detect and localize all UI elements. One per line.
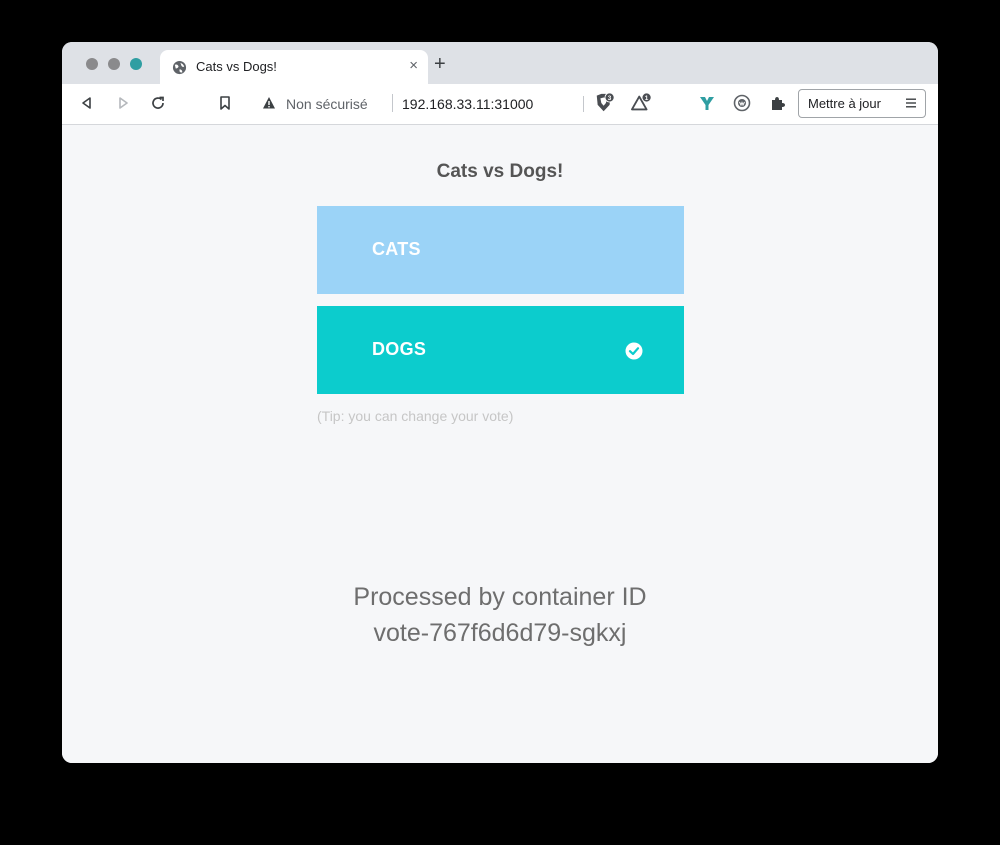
- page-content: Cats vs Dogs! CATS DOGS (Tip: you can ch…: [62, 125, 938, 763]
- toolbar-divider: [583, 96, 584, 112]
- minimize-window-button[interactable]: [108, 58, 120, 70]
- extensions-icon[interactable]: [767, 92, 789, 114]
- new-tab-button[interactable]: +: [434, 54, 446, 74]
- vote-dogs-label: DOGS: [372, 339, 427, 359]
- container-id: vote-767f6d6d79-sgkxj: [373, 619, 627, 647]
- forward-icon[interactable]: [112, 92, 134, 114]
- bookmark-icon[interactable]: [214, 92, 236, 114]
- update-label: Mettre à jour: [808, 96, 881, 111]
- tab-title: Cats vs Dogs!: [196, 59, 277, 74]
- close-tab-icon[interactable]: ×: [409, 58, 418, 74]
- zoom-window-button[interactable]: [130, 58, 142, 70]
- browser-toolbar: Non sécurisé 192.168.33.11:31000 3 1 Met…: [62, 84, 938, 125]
- address-separator: [392, 94, 393, 112]
- brave-shield-icon[interactable]: 3: [594, 92, 616, 114]
- globe-icon: [172, 60, 187, 75]
- check-circle-icon: [625, 342, 643, 360]
- processed-by-label: Processed by container ID: [353, 583, 647, 611]
- vote-dogs-button[interactable]: DOGS: [317, 306, 684, 394]
- vote-cats-button[interactable]: CATS: [317, 206, 684, 294]
- close-window-button[interactable]: [86, 58, 98, 70]
- vote-cats-label: CATS: [372, 239, 421, 259]
- browser-window: Cats vs Dogs! × + Non sécurisé 192.168.3…: [62, 42, 938, 763]
- reload-icon[interactable]: [147, 92, 169, 114]
- menu-icon: [906, 98, 916, 108]
- tab-cats-vs-dogs[interactable]: Cats vs Dogs! ×: [160, 50, 428, 84]
- wallet-icon[interactable]: [731, 92, 753, 114]
- page-title: Cats vs Dogs!: [436, 161, 564, 182]
- vote-tip: (Tip: you can change your vote): [317, 408, 514, 424]
- vpn-icon[interactable]: [696, 92, 718, 114]
- tab-strip: Cats vs Dogs! × +: [62, 42, 938, 84]
- brave-rewards-icon[interactable]: 1: [631, 92, 653, 114]
- back-icon[interactable]: [76, 92, 98, 114]
- address-bar[interactable]: Non sécurisé 192.168.33.11:31000: [248, 88, 582, 118]
- shield-badge-count: 3: [608, 95, 612, 102]
- url-text[interactable]: 192.168.33.11:31000: [402, 96, 533, 112]
- rewards-badge-count: 1: [645, 95, 649, 102]
- security-status[interactable]: Non sécurisé: [286, 96, 368, 112]
- update-button[interactable]: Mettre à jour: [798, 89, 926, 118]
- warning-icon: [263, 97, 275, 109]
